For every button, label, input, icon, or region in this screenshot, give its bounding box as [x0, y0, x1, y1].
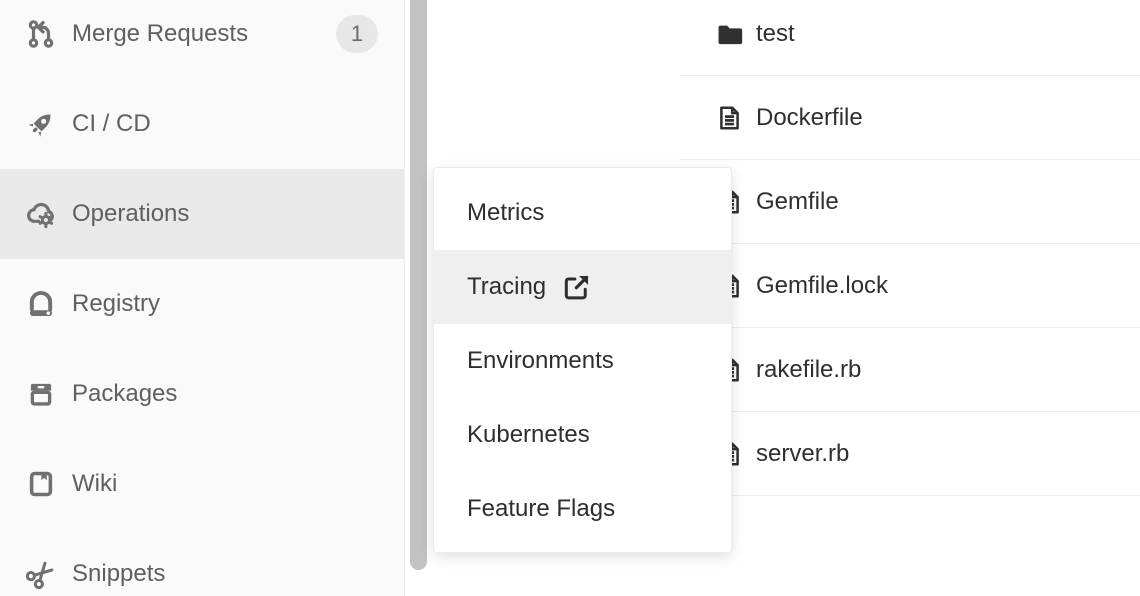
scissors-icon [26, 559, 56, 589]
menu-item-tracing[interactable]: Tracing [434, 250, 731, 324]
sidebar-item-registry[interactable]: Registry [0, 259, 404, 349]
sidebar-item-label: Merge Requests [72, 20, 248, 48]
file-row-server[interactable]: server.rb [680, 412, 1140, 496]
merge-request-icon [26, 19, 56, 49]
sidebar-item-label: Wiki [72, 470, 117, 498]
file-row-gemfile-lock[interactable]: Gemfile.lock [680, 244, 1140, 328]
operations-flyout-menu: Metrics Tracing Environments Kubernetes … [433, 167, 732, 553]
sidebar-item-label: Snippets [72, 560, 165, 588]
sidebar-scrollbar-track[interactable] [404, 0, 431, 596]
file-row-test[interactable]: test [680, 0, 1140, 76]
package-icon [26, 379, 56, 409]
menu-item-feature-flags[interactable]: Feature Flags [434, 472, 731, 546]
file-name: server.rb [756, 440, 849, 468]
sidebar-item-wiki[interactable]: Wiki [0, 439, 404, 529]
file-row-rakefile[interactable]: rakefile.rb [680, 328, 1140, 412]
book-icon [26, 469, 56, 499]
external-link-icon [563, 273, 591, 301]
menu-item-metrics[interactable]: Metrics [434, 176, 731, 250]
folder-icon [716, 19, 743, 49]
menu-item-label: Tracing [467, 273, 546, 301]
sidebar-item-merge-requests[interactable]: Merge Requests 1 [0, 0, 404, 79]
cloud-gear-icon [26, 199, 56, 229]
sidebar-item-label: Packages [72, 380, 177, 408]
sidebar-item-packages[interactable]: Packages [0, 349, 404, 439]
menu-item-kubernetes[interactable]: Kubernetes [434, 398, 731, 472]
menu-item-label: Metrics [467, 199, 544, 227]
project-sidebar: Merge Requests 1 CI / CD [0, 0, 404, 596]
sidebar-item-snippets[interactable]: Snippets [0, 529, 404, 596]
menu-item-label: Kubernetes [467, 421, 590, 449]
sidebar-scrollbar-thumb[interactable] [410, 0, 427, 570]
gitlab-project-page: test Dockerfile Gemfile Gemfile.lock rak [0, 0, 1140, 596]
file-row-dockerfile[interactable]: Dockerfile [680, 76, 1140, 160]
document-icon [716, 103, 743, 133]
file-name: Gemfile [756, 188, 839, 216]
sidebar-item-label: Registry [72, 290, 160, 318]
rocket-icon [26, 109, 56, 139]
sidebar-item-label: CI / CD [72, 110, 151, 138]
file-name: Gemfile.lock [756, 272, 888, 300]
menu-item-environments[interactable]: Environments [434, 324, 731, 398]
merge-requests-count-badge: 1 [336, 15, 378, 53]
file-name: Dockerfile [756, 104, 863, 132]
sidebar-item-label: Operations [72, 200, 189, 228]
menu-item-label: Feature Flags [467, 495, 615, 523]
file-name: rakefile.rb [756, 356, 861, 384]
sidebar-item-operations[interactable]: Operations [0, 169, 404, 259]
sidebar-item-ci-cd[interactable]: CI / CD [0, 79, 404, 169]
file-row-gemfile[interactable]: Gemfile [680, 160, 1140, 244]
container-registry-icon [26, 289, 56, 319]
file-name: test [756, 20, 795, 48]
menu-item-label: Environments [467, 347, 614, 375]
